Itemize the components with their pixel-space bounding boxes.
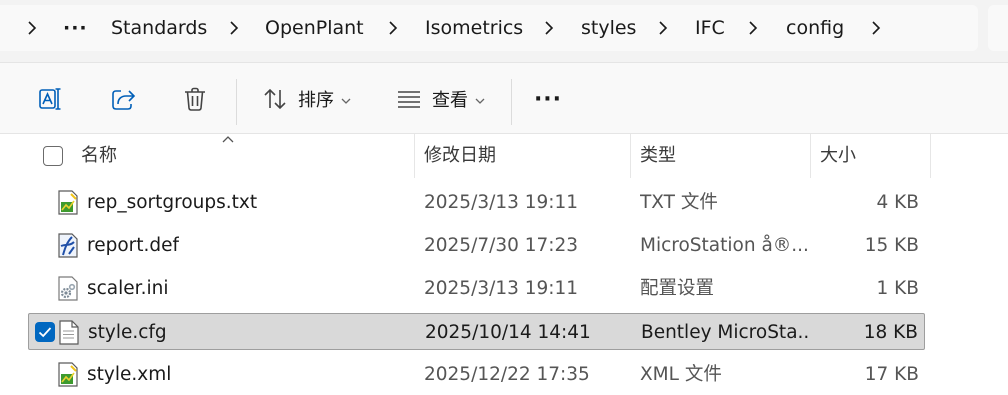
- file-name: style.cfg: [88, 322, 167, 343]
- view-label: 查看: [432, 90, 468, 111]
- breadcrumb-isometrics[interactable]: Isometrics: [425, 5, 523, 51]
- address-bar-region: ··· Standards OpenPlant Isometrics style…: [0, 0, 1008, 62]
- row-checkbox-checked[interactable]: [35, 322, 55, 342]
- toolbar-divider: [511, 79, 512, 125]
- chevron-right-icon[interactable]: [383, 5, 403, 51]
- chevron-right-icon[interactable]: [743, 5, 763, 51]
- chevron-right-icon[interactable]: [866, 5, 886, 51]
- chevron-right-icon[interactable]: [22, 5, 42, 51]
- file-modified-date: 2025/3/13 19:11: [424, 192, 579, 213]
- chevron-right-icon[interactable]: [224, 5, 244, 51]
- chevron-down-icon: [475, 90, 485, 109]
- column-size-header[interactable]: 大小: [820, 134, 856, 178]
- share-icon: [112, 90, 136, 110]
- select-all-checkbox[interactable]: [43, 146, 63, 166]
- delete-button[interactable]: [180, 63, 210, 135]
- command-bar: 排序 查看 ···: [0, 62, 1008, 134]
- breadcrumb-ifc[interactable]: IFC: [695, 5, 725, 51]
- file-type: XML 文件: [640, 364, 722, 385]
- column-divider[interactable]: [414, 134, 415, 178]
- file-name: scaler.ini: [87, 278, 169, 299]
- breadcrumb-openplant[interactable]: OpenPlant: [265, 5, 364, 51]
- file-name: style.xml: [87, 364, 172, 385]
- file-modified-date: 2025/10/14 14:41: [425, 322, 591, 343]
- file-modified-date: 2025/3/13 19:11: [424, 278, 579, 299]
- file-size: 18 KB: [863, 322, 918, 343]
- file-row[interactable]: rep_sortgroups.txt 2025/3/13 19:11 TXT 文件 4…: [28, 184, 925, 221]
- blank-file-icon: [58, 320, 80, 345]
- text-file-icon: [57, 362, 79, 387]
- column-type-header[interactable]: 类型: [640, 134, 676, 178]
- address-bar-edge: [988, 5, 1008, 51]
- file-modified-date: 2025/7/30 17:23: [424, 235, 579, 256]
- file-size: 1 KB: [876, 278, 919, 299]
- file-size: 15 KB: [864, 235, 919, 256]
- breadcrumb-config[interactable]: config: [786, 5, 844, 51]
- text-file-icon: [57, 190, 79, 215]
- more-options-button[interactable]: ···: [530, 63, 566, 135]
- file-size: 4 KB: [876, 192, 919, 213]
- column-divider[interactable]: [810, 134, 811, 178]
- sort-ascending-icon: [222, 136, 234, 143]
- breadcrumb-overflow-button[interactable]: ···: [63, 5, 88, 51]
- sort-button[interactable]: 排序: [256, 63, 356, 135]
- file-type: TXT 文件: [640, 192, 718, 213]
- file-type: 配置设置: [640, 278, 715, 299]
- column-name-header[interactable]: 名称: [81, 134, 117, 178]
- column-header: 名称 修改日期 类型 大小: [0, 134, 1008, 178]
- view-button[interactable]: 查看: [391, 63, 489, 135]
- view-list-icon: [398, 91, 420, 108]
- file-row[interactable]: style.cfg 2025/10/14 14:41 Bentley MicroSt…: [28, 313, 925, 350]
- rename-button[interactable]: [36, 63, 66, 135]
- chevron-right-icon[interactable]: [653, 5, 673, 51]
- trash-icon: [185, 87, 205, 111]
- file-type: MicroStation å®...: [640, 235, 809, 256]
- settings-file-icon: [57, 276, 79, 301]
- column-divider[interactable]: [930, 134, 931, 178]
- file-row[interactable]: scaler.ini 2025/3/13 19:11 配置设置 1 KB: [28, 270, 925, 307]
- toolbar-divider: [236, 79, 237, 125]
- rename-icon: [39, 88, 61, 110]
- sort-label: 排序: [298, 90, 334, 111]
- file-row[interactable]: style.xml 2025/12/22 17:35 XML 文件 17 KB: [28, 356, 925, 393]
- microstation-file-icon: [57, 233, 79, 258]
- share-button[interactable]: [108, 63, 138, 135]
- file-name: report.def: [87, 235, 180, 256]
- breadcrumb-standards[interactable]: Standards: [111, 5, 207, 51]
- breadcrumb-styles[interactable]: styles: [581, 5, 636, 51]
- file-type: Bentley MicroSta...: [641, 322, 811, 343]
- chevron-right-icon[interactable]: [539, 5, 559, 51]
- checkmark-icon: [38, 327, 52, 338]
- sort-icon: [264, 88, 286, 110]
- file-size: 17 KB: [864, 364, 919, 385]
- column-divider[interactable]: [630, 134, 631, 178]
- file-modified-date: 2025/12/22 17:35: [424, 364, 590, 385]
- column-modified-header[interactable]: 修改日期: [424, 134, 496, 178]
- file-row[interactable]: report.def 2025/7/30 17:23 MicroStation å®…: [28, 227, 925, 264]
- file-name: rep_sortgroups.txt: [87, 192, 258, 213]
- chevron-down-icon: [341, 90, 351, 109]
